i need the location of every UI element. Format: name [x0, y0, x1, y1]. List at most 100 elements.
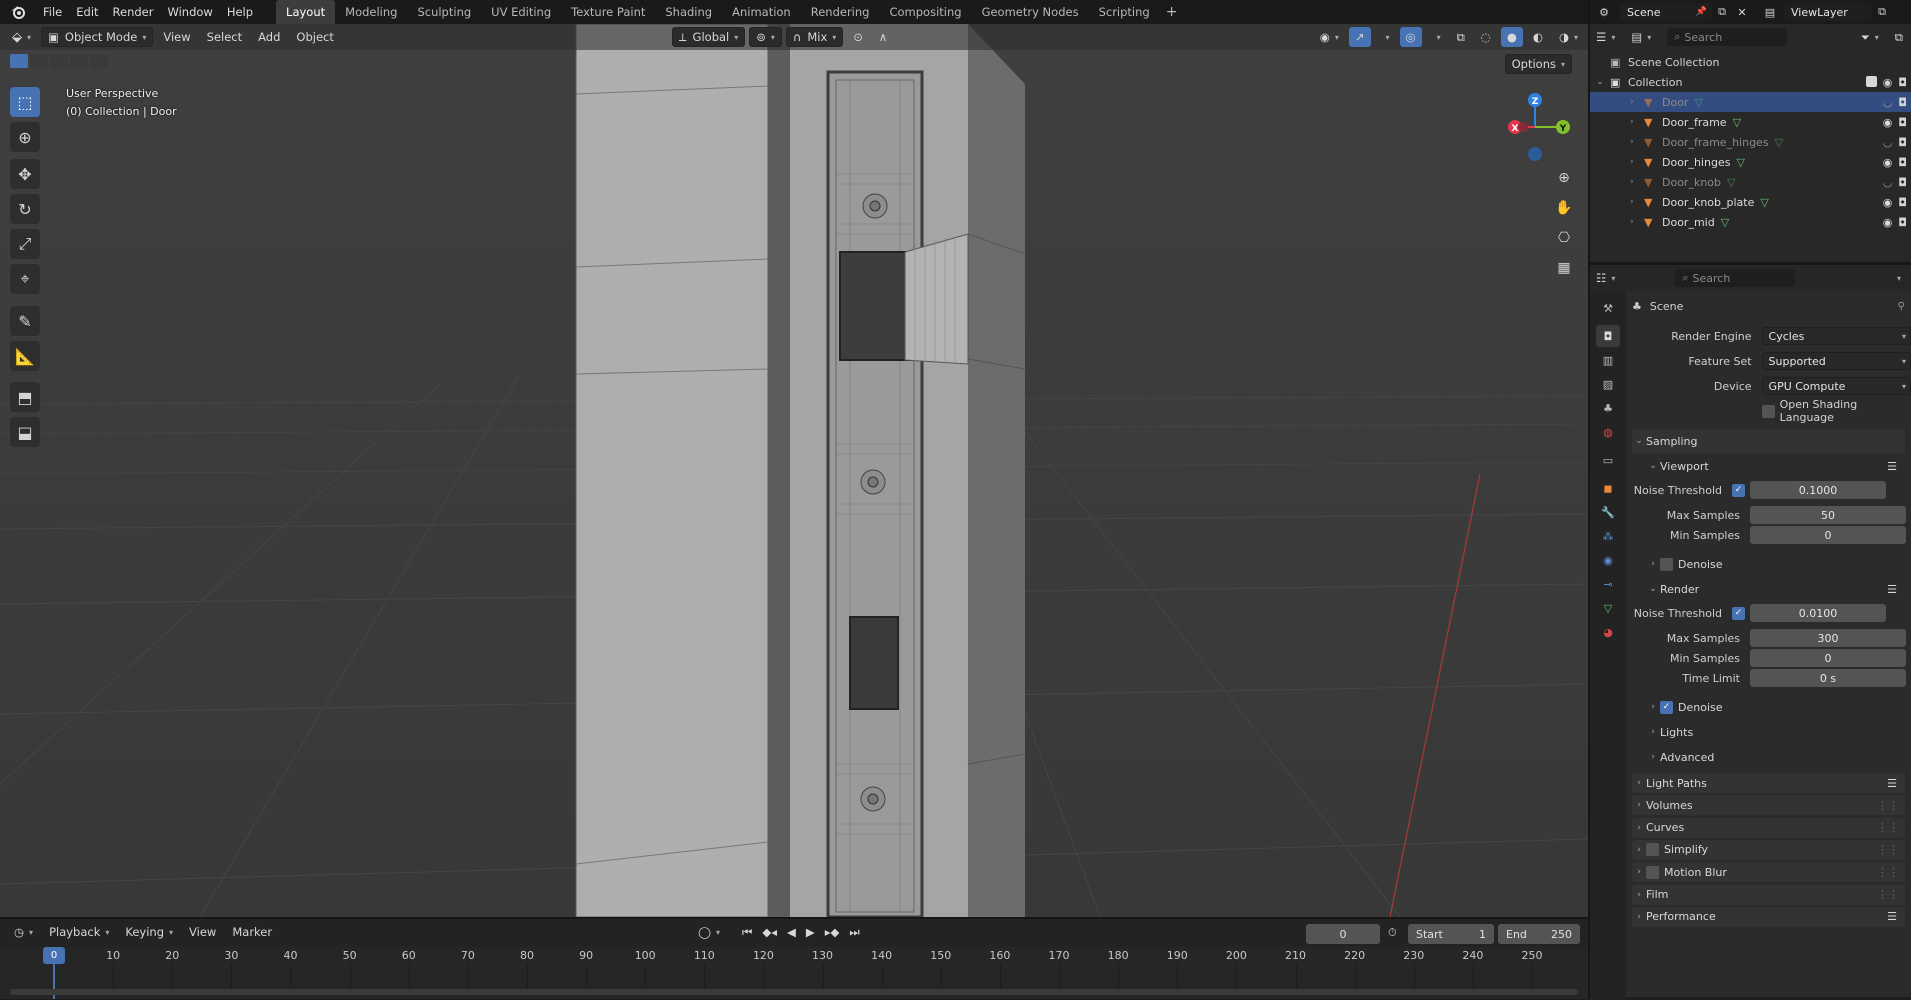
chevron-right-icon[interactable]: › — [1630, 97, 1644, 107]
outliner-search-input[interactable]: ⌕ Search — [1667, 28, 1788, 46]
camera-icon[interactable]: ◘ — [1898, 216, 1907, 229]
add-object-tool[interactable]: ⬓ — [10, 417, 40, 447]
sampling-panel-header[interactable]: ⌄ Sampling — [1632, 429, 1905, 453]
camera-icon[interactable]: ◘ — [1898, 196, 1907, 209]
new-viewlayer-icon[interactable]: ⧉ — [1872, 5, 1892, 19]
ortho-toggle-button[interactable]: ▦ — [1551, 255, 1577, 281]
play-button[interactable]: ▶ — [802, 922, 819, 942]
display-mode-dropdown[interactable]: ▤ ▾ — [1625, 27, 1657, 47]
eye-closed-icon[interactable]: ◡ — [1883, 176, 1893, 189]
object-tab[interactable]: ◼ — [1596, 477, 1620, 499]
outliner-item-door-knob[interactable]: › ▼ Door_knob ▽ ◡ ◘ — [1590, 172, 1911, 192]
eye-icon[interactable]: ◉ — [1883, 196, 1893, 209]
drag-handle-icon[interactable]: ⋮⋮ — [1877, 799, 1899, 812]
workspace-tab-scripting[interactable]: Scripting — [1089, 0, 1160, 24]
stopwatch-icon[interactable]: ⏱ — [1388, 926, 1397, 940]
workspace-tab-layout[interactable]: Layout — [276, 0, 336, 24]
viewport-menu-add[interactable]: Add — [252, 27, 286, 47]
scale-tool[interactable]: ⤢ — [10, 229, 40, 259]
menu-edit[interactable]: Edit — [69, 0, 105, 24]
object-mode-dropdown[interactable]: ▣ Object Mode ▾ — [41, 27, 154, 47]
drag-handle-icon[interactable]: ⋮⋮ — [1877, 866, 1899, 879]
simplify-checkbox[interactable] — [1646, 843, 1659, 857]
workspace-tab-uv-editing[interactable]: UV Editing — [481, 0, 561, 24]
osl-checkbox[interactable] — [1762, 404, 1775, 418]
drag-handle-icon[interactable]: ⋮⋮ — [1877, 888, 1899, 901]
render-engine-dropdown[interactable]: Cycles ▾ — [1761, 327, 1911, 345]
eye-closed-icon[interactable]: ◡ — [1883, 96, 1893, 109]
camera-icon[interactable]: ◘ — [1898, 176, 1907, 189]
viewport-menu-object[interactable]: Object — [290, 27, 339, 47]
annotate-tool[interactable]: ✎ — [10, 306, 40, 336]
list-icon[interactable]: ☰ — [1887, 910, 1897, 923]
mesh-data-icon[interactable]: ▽ — [1733, 116, 1741, 129]
workspace-tab-shading[interactable]: Shading — [655, 0, 722, 24]
list-icon[interactable]: ☰ — [1887, 460, 1897, 473]
eye-icon[interactable]: ◉ — [1883, 116, 1893, 129]
expand-chevron-icon[interactable]: ⌄ — [1590, 77, 1610, 87]
motion-blur-checkbox[interactable] — [1646, 865, 1659, 879]
select-invert-icon[interactable] — [70, 54, 88, 68]
new-scene-icon[interactable]: ⧉ — [1712, 5, 1732, 19]
mesh-data-icon[interactable]: ▽ — [1721, 216, 1729, 229]
camera-icon[interactable]: ◘ — [1898, 76, 1907, 89]
list-icon[interactable]: ☰ — [1887, 583, 1897, 596]
workspace-tab-texture-paint[interactable]: Texture Paint — [561, 0, 655, 24]
workspace-tab-geometry-nodes[interactable]: Geometry Nodes — [972, 0, 1089, 24]
collection-exclude-checkbox[interactable] — [1865, 75, 1877, 87]
measure-tool[interactable]: 📐 — [10, 341, 40, 371]
outliner-item-door-frame[interactable]: › ▼ Door_frame ▽ ◉ ◘ — [1590, 112, 1911, 132]
menu-help[interactable]: Help — [220, 0, 260, 24]
chevron-right-icon[interactable]: › — [1630, 197, 1644, 207]
next-keyframe-button[interactable]: ▸◆ — [821, 922, 844, 942]
shading-rendered-button[interactable]: ◑ ▾ — [1553, 27, 1584, 47]
outliner-item-door-frame-hinges[interactable]: › ▼ Door_frame_hinges ▽ ◡ ◘ — [1590, 132, 1911, 152]
panel-volumes[interactable]: › Volumes ⋮⋮ — [1632, 795, 1905, 816]
tool-tab[interactable]: ⚒ — [1596, 297, 1620, 319]
editor-type-button[interactable]: ⬙ ▾ — [6, 27, 37, 47]
prev-keyframe-button[interactable]: ◆◂ — [758, 922, 781, 942]
eye-icon[interactable]: ◉ — [1883, 76, 1893, 89]
scene-collection-row[interactable]: ▣ Scene Collection — [1590, 52, 1911, 72]
panel-film[interactable]: › Film ⋮⋮ — [1632, 884, 1905, 905]
workspace-tab-rendering[interactable]: Rendering — [801, 0, 880, 24]
select-extend-icon[interactable] — [30, 54, 48, 68]
jump-start-button[interactable]: ⏮ — [738, 922, 756, 942]
render-min-samples-field[interactable]: 0 — [1750, 649, 1906, 667]
mesh-data-icon[interactable]: ▽ — [1727, 176, 1735, 189]
chevron-right-icon[interactable]: › — [1630, 217, 1644, 227]
render-denoise-checkbox[interactable]: ✓ — [1660, 700, 1673, 714]
device-dropdown[interactable]: GPU Compute ▾ — [1761, 377, 1911, 395]
scene-tab[interactable]: ♣ — [1596, 397, 1620, 419]
osl-row[interactable]: Open Shading Language — [1632, 398, 1911, 424]
chevron-right-icon[interactable]: › — [1630, 177, 1644, 187]
shading-wireframe-button[interactable]: ◌ — [1475, 27, 1497, 47]
eye-icon[interactable]: ◉ — [1883, 216, 1893, 229]
noise-threshold-checkbox[interactable]: ✓ — [1732, 483, 1745, 497]
playhead[interactable]: 0 — [43, 947, 65, 964]
timeline-menu-playback[interactable]: Playback ▾ — [43, 922, 115, 942]
camera-icon[interactable]: ◘ — [1898, 116, 1907, 129]
pin-icon[interactable]: ⚲ — [1898, 301, 1905, 312]
viewport-menu-view[interactable]: View — [157, 27, 196, 47]
panel-motion-blur[interactable]: › Motion Blur ⋮⋮ — [1632, 862, 1905, 883]
viewlayer-selector[interactable]: ViewLayer — [1784, 3, 1872, 21]
select-subtract-icon[interactable] — [50, 54, 68, 68]
particles-tab[interactable]: ⁂ — [1596, 525, 1620, 547]
eye-closed-icon[interactable]: ◡ — [1883, 136, 1893, 149]
workspace-tab-compositing[interactable]: Compositing — [879, 0, 971, 24]
cursor-tool[interactable]: ⊕ — [10, 122, 40, 152]
view-layer-tab[interactable]: ▨ — [1596, 373, 1620, 395]
blender-logo-icon[interactable] — [0, 0, 36, 24]
play-reverse-button[interactable]: ◀ — [783, 922, 800, 942]
jump-end-button[interactable]: ⏭ — [845, 922, 863, 942]
eye-icon[interactable]: ◉ — [1883, 156, 1893, 169]
output-tab[interactable]: ▥ — [1596, 349, 1620, 371]
xray-toggle[interactable]: ⧉ — [1451, 27, 1471, 47]
properties-editor-type[interactable]: ☷ ▾ — [1590, 268, 1621, 288]
data-tab[interactable]: ▽ — [1596, 597, 1620, 619]
properties-search-input[interactable]: ⌕ Search — [1675, 269, 1796, 287]
viewport-noise-threshold-field[interactable]: 0.1000 — [1750, 481, 1886, 499]
render-denoise-header[interactable]: › ✓ Denoise — [1646, 695, 1905, 719]
camera-icon[interactable]: ◘ — [1898, 136, 1907, 149]
